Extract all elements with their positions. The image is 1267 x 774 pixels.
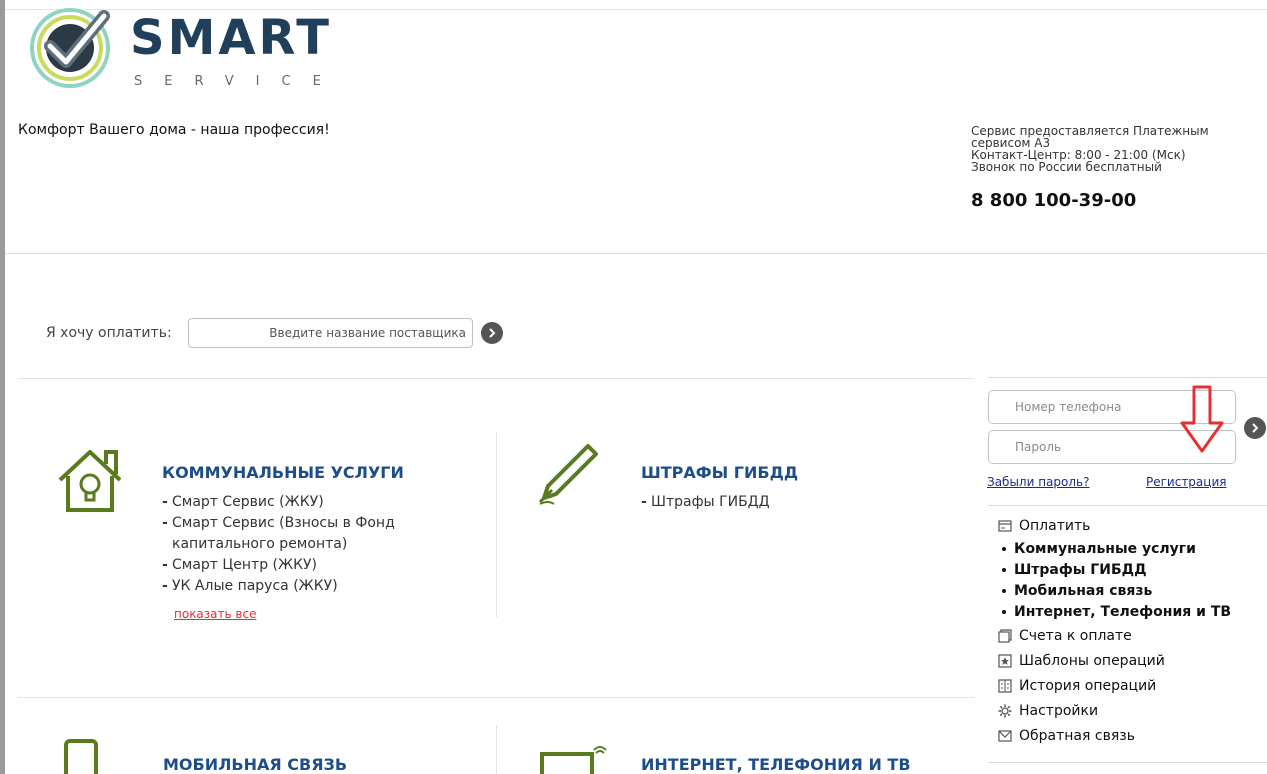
menu-bills[interactable]: Счета к оплате bbox=[997, 628, 1132, 644]
section-divider bbox=[18, 378, 974, 379]
search-label: Я хочу оплатить: bbox=[46, 325, 172, 341]
provider-link[interactable]: Штрафы ГИБДД bbox=[641, 492, 841, 513]
copy-icon bbox=[997, 629, 1013, 643]
category-title-utilities[interactable]: КОММУНАЛЬНЫЕ УСЛУГИ bbox=[162, 463, 404, 482]
logo-word: SMART bbox=[130, 10, 333, 66]
free-call-note: Звонок по России бесплатный bbox=[971, 160, 1162, 174]
card-icon bbox=[997, 519, 1013, 533]
logo[interactable]: SMART SERVICE bbox=[22, 8, 352, 96]
submenu-fines[interactable]: Штрафы ГИБДД bbox=[1002, 562, 1147, 578]
search-go-button[interactable] bbox=[481, 322, 503, 344]
logo-subtitle: SERVICE bbox=[134, 74, 343, 89]
submenu-mobile[interactable]: Мобильная связь bbox=[1002, 583, 1152, 599]
menu-bills-label: Счета к оплате bbox=[1019, 628, 1132, 644]
house-bulb-icon bbox=[58, 450, 122, 512]
submenu-label: Интернет, Телефония и ТВ bbox=[1014, 604, 1232, 620]
fines-provider-list: Штрафы ГИБДД bbox=[641, 492, 841, 513]
utilities-provider-list: Смарт Сервис (ЖКУ) Смарт Сервис (Взносы … bbox=[162, 492, 452, 597]
submenu-label: Штрафы ГИБДД bbox=[1014, 562, 1147, 578]
menu-settings[interactable]: Настройки bbox=[997, 703, 1098, 719]
menu-feedback[interactable]: Обратная связь bbox=[997, 728, 1135, 744]
menu-templates-label: Шаблоны операций bbox=[1019, 653, 1165, 669]
service-info: Сервис предоставляется Платежным сервисо… bbox=[971, 125, 1241, 173]
provider-link[interactable]: Смарт Сервис (ЖКУ) bbox=[162, 492, 452, 513]
envelope-icon bbox=[997, 729, 1013, 743]
submenu-internet[interactable]: Интернет, Телефония и ТВ bbox=[1002, 604, 1231, 620]
mobile-phone-icon bbox=[64, 739, 98, 774]
provider-link[interactable]: Смарт Сервис (Взносы в Фонд bbox=[162, 513, 452, 534]
menu-pay[interactable]: Оплатить bbox=[997, 518, 1090, 534]
provider-link-continuation[interactable]: капитального ремонта) bbox=[162, 534, 452, 555]
column-divider bbox=[496, 432, 497, 617]
menu-settings-label: Настройки bbox=[1019, 703, 1099, 719]
provider-link[interactable]: УК Алые паруса (ЖКУ) bbox=[162, 576, 452, 597]
window-left-border bbox=[0, 0, 5, 774]
header-divider bbox=[5, 253, 1267, 254]
section-divider bbox=[18, 697, 974, 698]
menu-templates[interactable]: Шаблоны операций bbox=[997, 653, 1165, 669]
login-submit-button[interactable] bbox=[1244, 417, 1266, 439]
tagline: Комфорт Вашего дома - наша профессия! bbox=[18, 122, 330, 138]
show-all-link[interactable]: показать все bbox=[174, 607, 256, 621]
provider-link[interactable]: Смарт Центр (ЖКУ) bbox=[162, 555, 452, 576]
bullet bbox=[1002, 589, 1006, 593]
hotline-phone: 8 800 100-39-00 bbox=[971, 190, 1137, 211]
menu-history-label: История операций bbox=[1019, 678, 1157, 694]
forgot-password-link[interactable]: Забыли пароль? bbox=[987, 475, 1089, 489]
submenu-label: Коммунальные услуги bbox=[1014, 541, 1196, 557]
column-divider bbox=[496, 725, 497, 774]
provider-search-input[interactable] bbox=[188, 318, 473, 348]
category-title-internet[interactable]: ИНТЕРНЕТ, ТЕЛЕФОНИЯ И ТВ bbox=[641, 755, 911, 774]
gear-icon bbox=[997, 704, 1013, 718]
logo-check-icon bbox=[30, 8, 110, 88]
bullet bbox=[1002, 568, 1006, 572]
submenu-utilities[interactable]: Коммунальные услуги bbox=[1002, 541, 1196, 557]
submenu-label: Мобильная связь bbox=[1014, 583, 1153, 599]
menu-feedback-label: Обратная связь bbox=[1019, 728, 1135, 744]
list-book-icon bbox=[997, 679, 1013, 693]
menu-divider bbox=[988, 505, 1267, 506]
menu-bottom-divider bbox=[988, 762, 1267, 763]
chevron-right-icon bbox=[489, 328, 496, 338]
star-box-icon bbox=[997, 654, 1013, 668]
pen-icon bbox=[538, 444, 598, 505]
red-arrow-down-icon bbox=[1180, 385, 1224, 453]
page: SMART SERVICE Комфорт Вашего дома - наша… bbox=[0, 0, 1267, 774]
register-link[interactable]: Регистрация bbox=[1146, 475, 1226, 489]
bullet bbox=[1002, 547, 1006, 551]
chevron-right-icon bbox=[1252, 423, 1259, 433]
bullet bbox=[1002, 610, 1006, 614]
category-title-mobile[interactable]: МОБИЛЬНАЯ СВЯЗЬ bbox=[163, 755, 347, 774]
login-panel-divider bbox=[988, 377, 1267, 378]
category-title-traffic-fines[interactable]: ШТРАФЫ ГИБДД bbox=[641, 463, 798, 482]
menu-history[interactable]: История операций bbox=[997, 678, 1156, 694]
menu-pay-label: Оплатить bbox=[1019, 518, 1091, 534]
monitor-wifi-icon bbox=[540, 746, 607, 774]
